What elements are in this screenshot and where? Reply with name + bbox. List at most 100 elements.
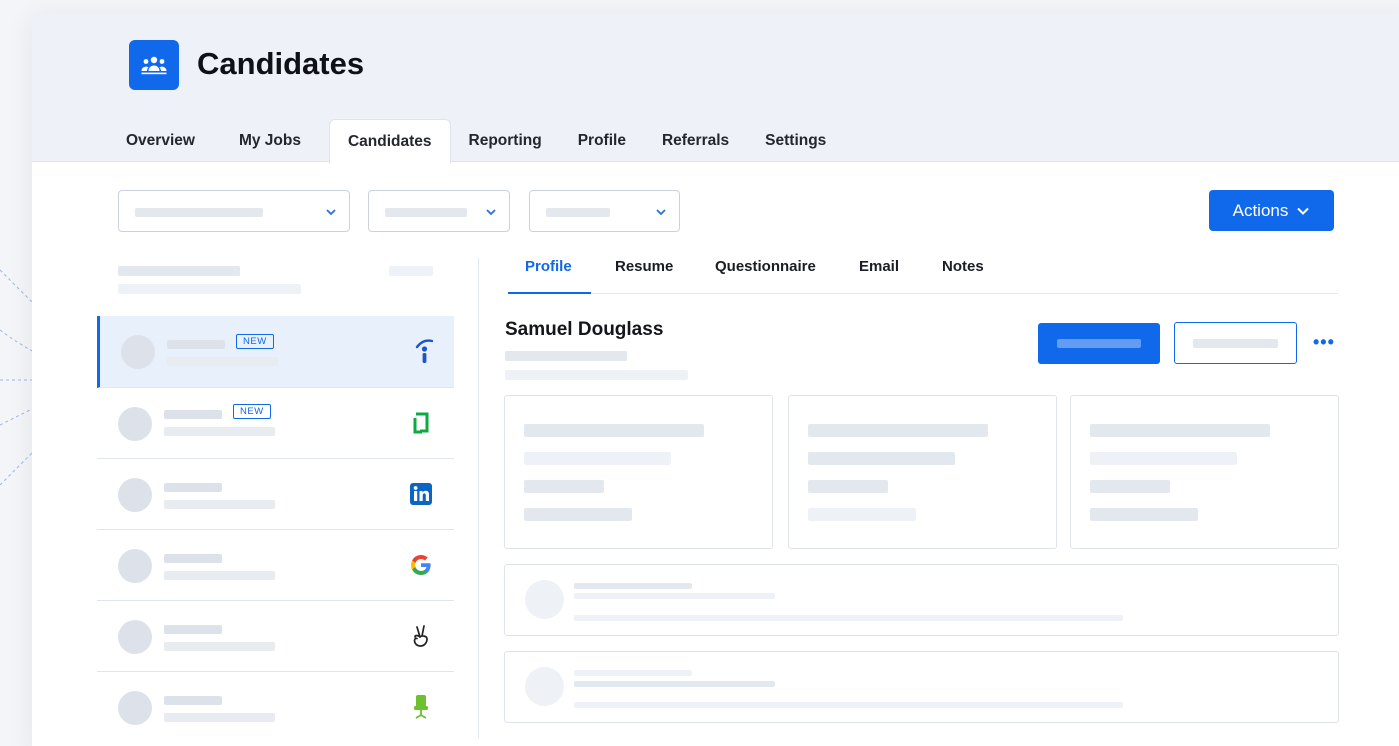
list-header-count-placeholder (389, 266, 433, 276)
activity-card (504, 564, 1339, 636)
candidate-row[interactable] (97, 601, 454, 672)
info-line (1090, 508, 1198, 521)
filter-value-placeholder (546, 208, 610, 217)
glassdoor-icon (409, 410, 433, 436)
tab-overview[interactable]: Overview (108, 119, 213, 163)
google-icon (409, 552, 433, 578)
candidate-title-placeholder (505, 351, 627, 361)
info-card (788, 395, 1057, 549)
activity-card (504, 651, 1339, 723)
header: Candidates Overview My Jobs Candidates R… (32, 14, 1399, 164)
candidate-row[interactable] (97, 672, 454, 743)
info-card (1070, 395, 1339, 549)
activity-line (574, 702, 1123, 708)
filter-dropdown-1[interactable] (118, 190, 350, 232)
activity-line (574, 670, 692, 676)
info-line (1090, 424, 1270, 437)
tab-questionnaire[interactable]: Questionnaire (715, 258, 816, 294)
tab-email[interactable]: Email (859, 258, 899, 294)
activity-line (574, 593, 775, 599)
candidate-name-placeholder (164, 410, 222, 419)
tab-resume[interactable]: Resume (615, 258, 673, 294)
candidate-name-placeholder (164, 483, 222, 492)
filter-value-placeholder (135, 208, 263, 217)
candidate-name-placeholder (164, 696, 222, 705)
page-title: Candidates (197, 46, 365, 81)
tab-referrals[interactable]: Referrals (644, 119, 747, 163)
tab-settings[interactable]: Settings (747, 119, 844, 163)
avatar (118, 549, 152, 583)
active-tab-indicator (508, 292, 591, 294)
candidate-subtitle-placeholder (164, 500, 275, 509)
avatar (118, 620, 152, 654)
filter-dropdown-2[interactable] (368, 190, 510, 232)
main-nav: Overview My Jobs Candidates Reporting Pr… (108, 119, 844, 164)
avatar (525, 667, 564, 706)
candidate-name: Samuel Douglass (505, 319, 664, 340)
candidate-meta-placeholder (505, 370, 688, 380)
primary-action-button[interactable] (1038, 323, 1160, 364)
candidate-row[interactable] (97, 530, 454, 601)
activity-line (574, 615, 1123, 621)
tab-profile[interactable]: Profile (560, 119, 644, 163)
chevron-down-icon (326, 209, 336, 216)
tab-candidates[interactable]: Candidates (328, 119, 451, 164)
candidate-row[interactable] (97, 459, 454, 530)
activity-line (574, 681, 775, 687)
more-options-icon[interactable]: ••• (1313, 332, 1335, 353)
info-line (808, 424, 988, 437)
new-badge: NEW (233, 404, 271, 419)
people-group-icon (129, 40, 179, 90)
info-line (524, 508, 632, 521)
candidate-subtitle-placeholder (164, 571, 275, 580)
info-line (1090, 452, 1237, 465)
tab-reporting[interactable]: Reporting (451, 119, 560, 163)
tab-profile-detail[interactable]: Profile (525, 258, 572, 294)
candidate-row[interactable]: NEW (97, 388, 454, 459)
avatar (121, 335, 155, 369)
info-line (1090, 480, 1170, 493)
linkedin-icon (409, 481, 433, 507)
info-card (504, 395, 773, 549)
panel-divider (478, 258, 479, 738)
candidate-subtitle-placeholder (167, 357, 278, 366)
actions-label: Actions (1232, 200, 1289, 220)
avatar (118, 407, 152, 441)
avatar (525, 580, 564, 619)
angellist-icon (409, 623, 433, 649)
filter-value-placeholder (385, 208, 467, 217)
app-window: Candidates Overview My Jobs Candidates R… (32, 14, 1399, 746)
avatar (118, 478, 152, 512)
candidate-name-placeholder (164, 625, 222, 634)
candidate-subtitle-placeholder (164, 713, 275, 722)
chevron-down-icon (486, 209, 496, 216)
candidate-row[interactable]: NEW (97, 316, 454, 388)
info-line (808, 480, 888, 493)
candidate-name-placeholder (164, 554, 222, 563)
ziprecruiter-icon (409, 694, 433, 720)
info-line (524, 452, 671, 465)
candidate-subtitle-placeholder (164, 427, 275, 436)
button-label-placeholder (1057, 339, 1141, 348)
avatar (118, 691, 152, 725)
indeed-icon (412, 338, 436, 364)
tab-notes[interactable]: Notes (942, 258, 984, 294)
secondary-action-button[interactable] (1174, 322, 1297, 364)
filter-dropdown-3[interactable] (529, 190, 680, 232)
profile-tabs: Profile Resume Questionnaire Email Notes (508, 258, 1338, 294)
tab-my-jobs[interactable]: My Jobs (213, 119, 319, 163)
chevron-down-icon (656, 209, 666, 216)
candidate-name-placeholder (167, 340, 225, 349)
candidate-subtitle-placeholder (164, 642, 275, 651)
info-line (808, 452, 955, 465)
new-badge: NEW (236, 334, 274, 349)
info-line (808, 508, 916, 521)
activity-line (574, 583, 692, 589)
actions-button[interactable]: Actions (1209, 190, 1334, 231)
info-line (524, 424, 704, 437)
info-line (524, 480, 604, 493)
button-label-placeholder (1193, 339, 1278, 348)
chevron-down-icon (1297, 207, 1310, 215)
list-header-title-placeholder (118, 266, 240, 276)
list-header-subtitle-placeholder (118, 284, 301, 294)
